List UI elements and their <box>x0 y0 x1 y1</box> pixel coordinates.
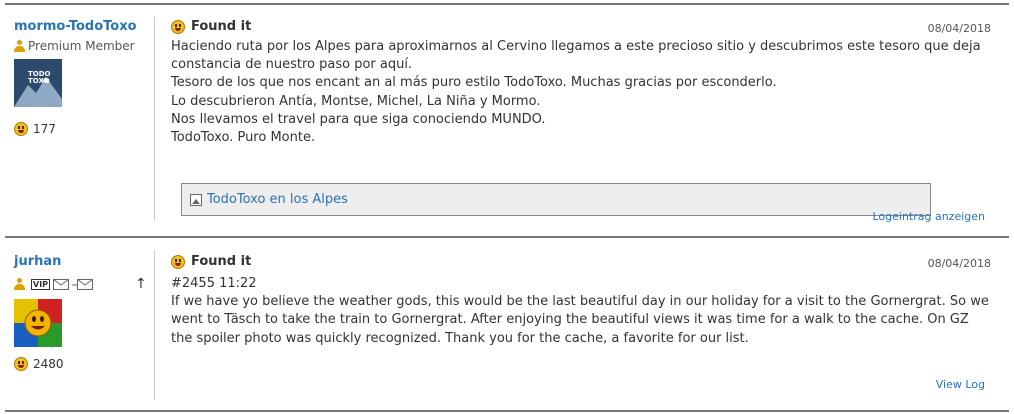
view-log-link[interactable]: View Log <box>936 378 985 391</box>
finds-count: 177 <box>14 122 56 136</box>
avatar-logo-text: TODO TOXO <box>28 70 51 85</box>
log-text: Haciendo ruta por los Alpes para aproxim… <box>171 38 991 147</box>
image-icon <box>190 193 202 206</box>
log-content: Found it 08/04/2018 Haciendo ruta por lo… <box>171 19 991 224</box>
view-log-link[interactable]: Logeintrag anzeigen <box>872 210 985 223</box>
log-entry: mormo-TodoToxo Premium Member TODO TOXO 1… <box>5 3 1009 238</box>
vip-badge: VIP <box>31 278 51 290</box>
avatar[interactable]: TODO TOXO <box>14 59 62 107</box>
log-type: Found it <box>171 254 991 269</box>
log-type: Found it <box>171 19 991 34</box>
log-author: mormo-TodoToxo Premium Member TODO TOXO 1… <box>14 19 154 136</box>
finds-count: 2480 <box>14 357 64 371</box>
log-type-label: Found it <box>191 19 252 34</box>
up-arrow-icon[interactable]: ↑ <box>135 276 147 292</box>
log-text: #2455 11:22 If we have yo believe the we… <box>171 275 991 348</box>
smiley-icon <box>171 254 185 269</box>
log-line: Haciendo ruta por los Alpes para aproxim… <box>171 39 981 73</box>
smiley-icon <box>14 357 28 371</box>
send-message-icon[interactable] <box>72 278 94 290</box>
log-date: 08/04/2018 <box>927 22 991 35</box>
member-rank-label: Premium Member <box>28 39 135 53</box>
column-divider <box>154 250 155 400</box>
log-line: Nos llevamos el travel para que siga con… <box>171 111 546 127</box>
log-image-box: TodoToxo en los Alpes <box>181 183 931 216</box>
user-badges: VIP ↑ <box>14 276 154 292</box>
log-author: jurhan VIP ↑ 2480 <box>14 254 154 371</box>
log-date: 08/04/2018 <box>927 257 991 270</box>
log-content: Found it 08/04/2018 #2455 11:22 If we ha… <box>171 254 991 399</box>
member-rank: Premium Member <box>14 39 154 53</box>
log-image-link[interactable]: TodoToxo en los Alpes <box>207 192 348 207</box>
log-line: #2455 11:22 <box>171 276 257 291</box>
envelope-icon[interactable] <box>53 278 70 290</box>
avatar-image <box>14 299 62 347</box>
finds-count-value: 2480 <box>33 357 64 371</box>
log-line: If we have yo believe the weather gods, … <box>171 294 989 346</box>
smiley-icon <box>14 122 28 136</box>
finds-count-value: 177 <box>33 122 56 136</box>
log-line: Lo descubrieron Antía, Montse, Michel, L… <box>171 93 541 109</box>
log-line: TodoToxo. Puro Monte. <box>171 130 316 146</box>
column-divider <box>154 17 155 221</box>
smiley-icon <box>171 19 185 34</box>
log-line: Tesoro de los que nos encant an al más p… <box>171 75 777 91</box>
username-link[interactable]: jurhan <box>14 254 154 269</box>
log-entry: jurhan VIP ↑ 2480 Found it 08/04/2018 #2… <box>5 236 1009 412</box>
person-icon <box>14 278 25 290</box>
avatar[interactable] <box>14 299 62 347</box>
person-icon <box>14 40 25 52</box>
log-type-label: Found it <box>191 254 252 269</box>
username-link[interactable]: mormo-TodoToxo <box>14 19 154 34</box>
